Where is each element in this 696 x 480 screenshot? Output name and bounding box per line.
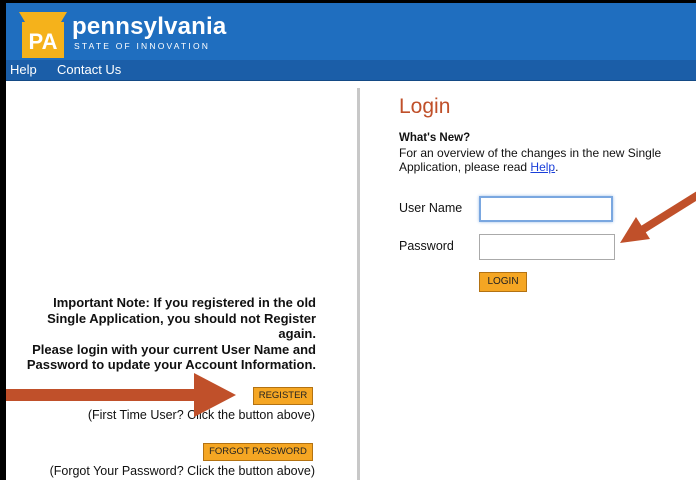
logo-badge-text: PA (29, 29, 58, 54)
register-button[interactable]: REGISTER (253, 387, 313, 405)
password-input[interactable] (479, 234, 615, 260)
nav-contact-us-link[interactable]: Contact Us (57, 62, 121, 77)
username-input[interactable] (479, 196, 613, 222)
brand-name: pennsylvania (72, 13, 227, 40)
column-divider (357, 88, 360, 480)
brand-tagline: STATE OF INNOVATION (74, 41, 211, 51)
note-line: Please login with your current User Name… (32, 341, 316, 357)
keystone-logo-icon: PA (19, 12, 67, 58)
annotation-arrow-left-icon (620, 191, 696, 243)
forgot-password-hint: (Forgot Your Password? Click the button … (49, 464, 315, 478)
note-line: Important Note: If you registered in the… (53, 295, 316, 310)
page-frame: PA pennsylvania STATE OF INNOVATION Help… (6, 3, 696, 480)
whats-new-heading: What's New? (399, 132, 471, 144)
login-title: Login (399, 95, 451, 118)
annotation-arrow-right-icon (6, 373, 236, 417)
username-label: User Name (399, 201, 463, 215)
overview-end: . (555, 160, 559, 174)
note-line: again. (278, 326, 316, 341)
site-header: PA pennsylvania STATE OF INNOVATION (6, 3, 696, 60)
help-link[interactable]: Help (530, 160, 555, 174)
note-line: Single Application, you should not Regis… (47, 310, 316, 326)
password-label: Password (399, 239, 454, 253)
note-line: Password to update your Account Informat… (26, 357, 316, 372)
forgot-password-button[interactable]: FORGOT PASSWORD (203, 443, 313, 461)
login-button[interactable]: LOGIN (479, 272, 527, 292)
overview-text: For an overview of the changes in the ne… (399, 146, 696, 174)
important-note: Important Note: If you registered in the… (10, 295, 316, 373)
nav-help-link[interactable]: Help (10, 62, 37, 77)
nav-bar: Help Contact Us (6, 60, 696, 81)
